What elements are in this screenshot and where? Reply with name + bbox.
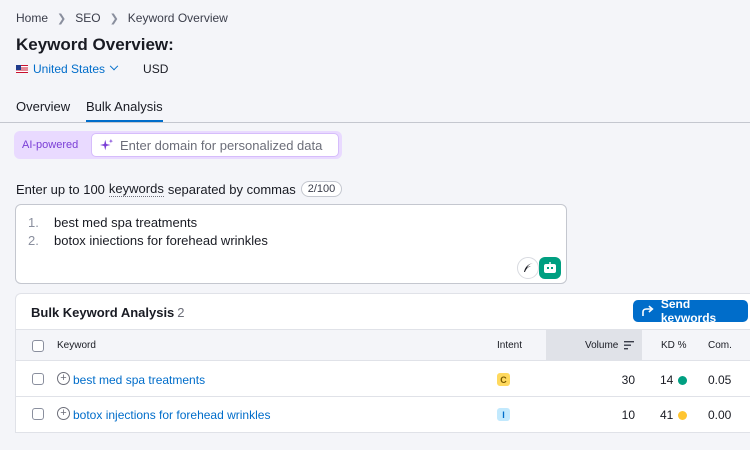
robot-icon [544, 262, 556, 273]
sort-icon[interactable] [624, 341, 634, 350]
keywords-textarea[interactable]: 1. best med spa treatments 2. botox inie… [15, 204, 567, 284]
header-keyword[interactable]: Keyword [57, 340, 96, 351]
chevron-right-icon: ❯ [109, 12, 119, 25]
table-title-text: Bulk Keyword Analysis [31, 305, 175, 320]
keyword-line: 2. botox iniections for forehead wrinkle… [28, 233, 268, 248]
bulk-analysis-card: Bulk Keyword Analysis 2 Send keywords Key… [15, 293, 750, 433]
country-label: United States [33, 62, 106, 76]
kd-value: 14 [660, 373, 674, 387]
table-row: + botox injections for forehead wrinkles… [16, 397, 750, 432]
add-to-list-icon[interactable]: + [57, 372, 70, 385]
kd-cell: 14 [660, 373, 688, 387]
ai-domain-input-wrapper [91, 133, 339, 157]
kd-value: 41 [660, 408, 674, 422]
keyword-instructions: Enter up to 100 keywords separated by co… [16, 181, 343, 197]
volume-value: 30 [621, 373, 635, 387]
tab-bulk-analysis[interactable]: Bulk Analysis [86, 99, 163, 122]
table-title: Bulk Keyword Analysis 2 [31, 305, 185, 320]
keyword-line-text: best med spa treatments [54, 215, 198, 230]
send-keywords-button[interactable]: Send keywords [633, 297, 748, 325]
chevron-down-icon [109, 61, 119, 71]
ai-powered-label: AI-powered [22, 139, 79, 151]
instructions-prefix: Enter up to 100 [16, 181, 105, 197]
breadcrumb-home[interactable]: Home [16, 11, 48, 25]
line-number: 2. [28, 233, 39, 248]
breadcrumb: Home ❯ SEO ❯ Keyword Overview [16, 11, 228, 25]
row-checkbox[interactable] [32, 373, 44, 385]
competition-value: 0.05 [708, 373, 732, 387]
currency-label: USD [143, 62, 169, 76]
quill-writing-button[interactable] [517, 257, 539, 279]
page-title: Keyword Overview: [16, 35, 174, 54]
send-keywords-label: Send keywords [660, 297, 717, 325]
kd-difficulty-dot [678, 410, 688, 420]
header-kd[interactable]: KD % [661, 340, 687, 351]
header-com[interactable]: Com. [708, 340, 732, 351]
share-arrow-icon [642, 305, 654, 316]
ai-domain-box: AI-powered [14, 131, 342, 159]
sparkle-icon [100, 138, 114, 151]
competition-value: 0.00 [708, 408, 732, 422]
intent-badge: C [497, 373, 510, 386]
keyword-overview-page: Home ❯ SEO ❯ Keyword Overview Keyword Ov… [0, 0, 750, 450]
ai-assistant-button[interactable] [539, 257, 561, 279]
table-header: Keyword Intent Volume KD % Com. [16, 329, 750, 361]
keyword-line: 1. best med spa treatments [28, 215, 197, 230]
tab-overview[interactable]: Overview [16, 99, 70, 122]
line-number: 1. [28, 215, 39, 230]
domain-input[interactable] [120, 137, 330, 153]
table-row: + best med spa treatments C 30 14 0.05 [16, 362, 750, 397]
select-all-checkbox[interactable] [32, 340, 44, 352]
header-volume[interactable]: Volume [585, 340, 618, 351]
keyword-link[interactable]: botox injections for forehead wrinkles [73, 408, 270, 422]
us-flag-icon [16, 65, 28, 73]
instructions-suffix: separated by commas [167, 181, 296, 197]
chevron-right-icon: ❯ [57, 12, 67, 25]
kd-difficulty-dot [678, 375, 688, 385]
kd-cell: 41 [660, 408, 688, 422]
tab-bar: Overview Bulk Analysis [0, 94, 750, 123]
breadcrumb-current: Keyword Overview [127, 11, 228, 25]
quill-icon [524, 263, 533, 272]
intent-badge: I [497, 408, 510, 421]
header-intent[interactable]: Intent [497, 340, 522, 351]
row-checkbox[interactable] [32, 408, 44, 420]
location-row: United States USD [16, 61, 169, 76]
volume-value: 10 [621, 408, 635, 422]
table-row-count: 2 [177, 305, 185, 320]
breadcrumb-seo[interactable]: SEO [75, 11, 100, 25]
country-selector[interactable]: United States [33, 61, 119, 76]
keyword-line-text: botox iniections for forehead wrinkles [54, 233, 268, 248]
keyword-link[interactable]: best med spa treatments [73, 373, 205, 387]
keywords-help-link[interactable]: keywords [108, 181, 164, 197]
add-to-list-icon[interactable]: + [57, 407, 70, 420]
keyword-count-badge: 2/100 [300, 181, 343, 197]
